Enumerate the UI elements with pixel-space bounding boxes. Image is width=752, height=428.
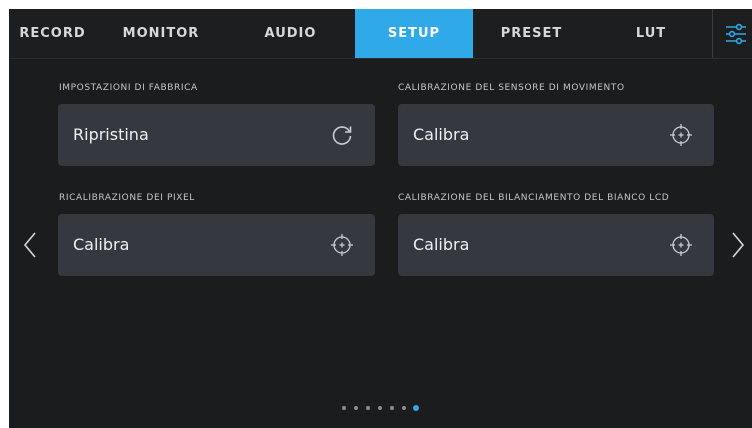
tab-bar: RECORD MONITOR AUDIO SETUP PRESET LUT: [9, 9, 752, 59]
tab-monitor[interactable]: MONITOR: [96, 9, 226, 58]
factory-reset-button[interactable]: Ripristina: [58, 104, 375, 166]
page-dot[interactable]: [366, 406, 370, 410]
pixel-recalibration-button[interactable]: Calibra: [58, 214, 375, 276]
factory-reset-title: IMPOSTAZIONI DI FABBRICA: [59, 83, 198, 93]
page-dot[interactable]: [354, 406, 358, 410]
motion-calibration-title: CALIBRAZIONE DEL SENSORE DI MOVIMENTO: [398, 83, 625, 93]
reset-icon: [330, 123, 354, 151]
tab-record[interactable]: RECORD: [9, 9, 96, 58]
chevron-left-icon[interactable]: [23, 231, 37, 263]
page-dot[interactable]: [390, 406, 394, 410]
page-dot[interactable]: [402, 406, 406, 410]
sliders-icon[interactable]: [712, 9, 752, 58]
lcd-white-balance-button[interactable]: Calibra: [398, 214, 714, 276]
page-dot-active[interactable]: [413, 405, 419, 411]
page-dot[interactable]: [342, 406, 346, 410]
tab-audio[interactable]: AUDIO: [226, 9, 355, 58]
tab-preset[interactable]: PRESET: [473, 9, 590, 58]
lcd-white-balance-label: Calibra: [413, 235, 470, 254]
crosshair-icon: [669, 233, 693, 261]
tab-lut[interactable]: LUT: [590, 9, 712, 58]
tab-setup[interactable]: SETUP: [355, 9, 473, 58]
lcd-white-balance-title: CALIBRAZIONE DEL BILANCIAMENTO DEL BIANC…: [398, 193, 670, 203]
motion-calibration-button[interactable]: Calibra: [398, 104, 714, 166]
crosshair-icon: [330, 233, 354, 261]
crosshair-icon: [669, 123, 693, 151]
page-dot[interactable]: [378, 406, 382, 410]
pixel-recalibration-label: Calibra: [73, 235, 130, 254]
motion-calibration-label: Calibra: [413, 125, 470, 144]
pixel-recalibration-title: RICALIBRAZIONE DEI PIXEL: [59, 193, 195, 203]
setup-screen: RECORD MONITOR AUDIO SETUP PRESET LUT IM…: [9, 9, 752, 428]
factory-reset-label: Ripristina: [73, 125, 149, 144]
chevron-right-icon[interactable]: [731, 231, 745, 263]
